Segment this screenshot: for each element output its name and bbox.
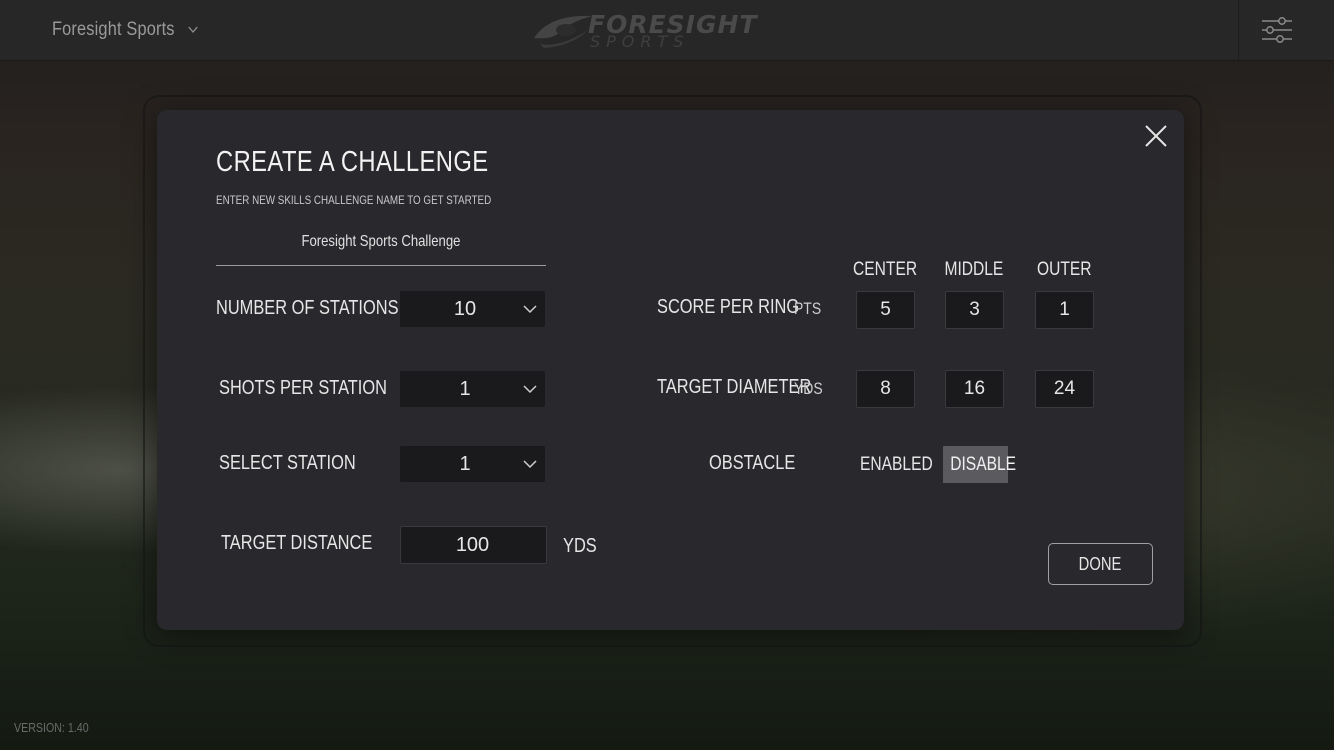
obstacle-enabled-toggle[interactable]: ENABLED [852,446,933,483]
score-outer-input[interactable]: 1 [1035,291,1094,329]
column-header-middle: MIDDLE [944,259,1004,280]
target-distance-input[interactable]: 100 [400,526,547,564]
target-distance-unit: YDS [563,535,597,557]
score-middle-value: 3 [969,299,980,320]
shots-per-station-select[interactable]: 1 [400,371,545,407]
challenge-name-input[interactable]: Foresight Sports Challenge [216,228,546,266]
score-outer-value: 1 [1059,299,1070,320]
shots-per-station-value: 1 [459,378,471,400]
challenge-name-value: Foresight Sports Challenge [301,233,461,250]
obstacle-label: OBSTACLE [709,452,796,474]
done-button[interactable]: DONE [1048,543,1153,585]
select-station-select[interactable]: 1 [400,446,545,482]
select-station-label: SELECT STATION [219,452,356,474]
modal-title: CREATE A CHALLENGE [216,146,489,178]
diameter-center-value: 8 [880,378,891,399]
version-label: VERSION: 1.40 [14,720,89,735]
modal-subtitle: ENTER NEW SKILLS CHALLENGE NAME TO GET S… [216,193,492,207]
column-header-center: CENTER [852,259,918,280]
sliders-menu-icon [1262,17,1292,43]
chevron-down-icon [523,305,537,314]
brand-selector-label: Foresight Sports [52,19,175,40]
score-middle-input[interactable]: 3 [945,291,1004,329]
obstacle-disable-toggle[interactable]: DISABLE [943,446,1016,483]
settings-menu-button[interactable] [1238,0,1334,60]
score-per-ring-unit: PTS [794,299,822,318]
diameter-middle-input[interactable]: 16 [945,370,1004,408]
diameter-outer-value: 24 [1053,378,1076,399]
score-center-input[interactable]: 5 [856,291,915,329]
brand-selector[interactable]: Foresight Sports [52,14,199,46]
foresight-logo: FORESIGHT SPORTS [530,8,800,52]
target-diameter-unit: YDS [794,379,823,398]
logo-subtext: SPORTS [590,32,690,51]
number-of-stations-value: 10 [453,298,477,320]
target-distance-value: 100 [455,534,490,556]
target-distance-label: TARGET DISTANCE [221,532,373,554]
close-icon[interactable] [1142,122,1170,150]
chevron-down-icon [523,385,537,394]
number-of-stations-select[interactable]: 10 [400,291,545,327]
diameter-middle-value: 16 [963,378,986,399]
select-station-value: 1 [459,453,471,475]
chevron-down-icon [187,26,198,34]
shots-per-station-label: SHOTS PER STATION [219,377,387,399]
diameter-center-input[interactable]: 8 [856,370,915,408]
chevron-down-icon [523,460,537,469]
score-center-value: 5 [880,299,891,320]
column-header-outer: OUTER [1036,259,1092,280]
diameter-outer-input[interactable]: 24 [1035,370,1094,408]
top-bar: Foresight Sports FORESIGHT SPORTS [0,0,1334,61]
